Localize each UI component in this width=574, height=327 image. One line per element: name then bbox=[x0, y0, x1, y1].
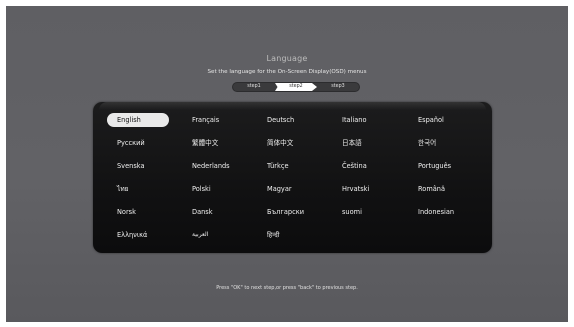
language-option-magyar[interactable]: Magyar bbox=[267, 182, 292, 196]
page-title: Language bbox=[266, 54, 308, 63]
language-option-thai[interactable]: ไทย bbox=[117, 182, 129, 196]
language-option-espanol[interactable]: Español bbox=[418, 113, 444, 127]
step-indicator: step1 step2 step3 bbox=[232, 82, 360, 92]
language-option-russian[interactable]: Русский bbox=[117, 136, 145, 150]
language-option-greek[interactable]: Ελληνικά bbox=[117, 228, 147, 242]
language-option-nederlands[interactable]: Nederlands bbox=[192, 159, 230, 173]
language-grid: English Français Deutsch Italiano Españo… bbox=[93, 102, 492, 253]
language-option-japanese[interactable]: 日本語 bbox=[342, 136, 362, 150]
page-subtitle: Set the language for the On-Screen Displ… bbox=[207, 69, 367, 75]
language-option-turkce[interactable]: Türkçe bbox=[267, 159, 289, 173]
language-option-cestina[interactable]: Čeština bbox=[342, 159, 367, 173]
language-option-indonesian[interactable]: Indonesian bbox=[418, 205, 454, 219]
language-option-suomi[interactable]: suomi bbox=[342, 205, 362, 219]
language-option-portugues[interactable]: Português bbox=[418, 159, 451, 173]
language-option-francais[interactable]: Français bbox=[192, 113, 219, 127]
language-option-deutsch[interactable]: Deutsch bbox=[267, 113, 294, 127]
language-option-bulgarian[interactable]: Български bbox=[267, 205, 304, 219]
language-option-hrvatski[interactable]: Hrvatski bbox=[342, 182, 369, 196]
step-3: step3 bbox=[331, 84, 345, 89]
language-option-korean[interactable]: 한국어 bbox=[418, 136, 436, 150]
step-2-active: step2 bbox=[275, 83, 317, 91]
step-1: step1 bbox=[247, 84, 261, 89]
navigation-hint: Press "OK" to next step,or press "back" … bbox=[216, 285, 358, 291]
language-option-english[interactable]: English bbox=[107, 113, 169, 127]
language-option-norsk[interactable]: Norsk bbox=[117, 205, 136, 219]
osd-screen: Language Set the language for the On-Scr… bbox=[6, 6, 568, 322]
language-option-hindi[interactable]: हिन्दी bbox=[267, 228, 279, 242]
language-option-simplified-chinese[interactable]: 简体中文 bbox=[267, 136, 293, 150]
language-option-polski[interactable]: Polski bbox=[192, 182, 211, 196]
language-option-dansk[interactable]: Dansk bbox=[192, 205, 213, 219]
language-option-arabic[interactable]: العربية bbox=[192, 228, 208, 242]
language-option-svenska[interactable]: Svenska bbox=[117, 159, 145, 173]
language-option-romana[interactable]: Română bbox=[418, 182, 445, 196]
language-option-traditional-chinese[interactable]: 繁體中文 bbox=[192, 136, 218, 150]
language-option-italiano[interactable]: Italiano bbox=[342, 113, 367, 127]
